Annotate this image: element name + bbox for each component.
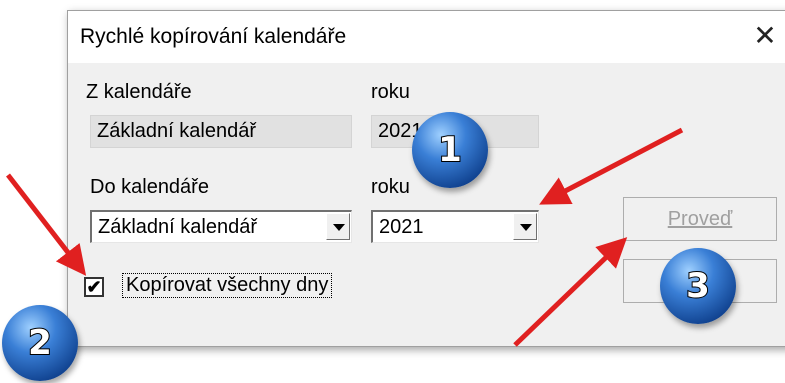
arrow-to-year-dropdown	[539, 127, 684, 205]
step-1-badge: 1	[412, 112, 488, 188]
step-3-badge: 3	[660, 248, 736, 324]
arrow-to-execute-button	[513, 237, 628, 347]
arrow-to-checkbox	[6, 173, 87, 276]
step-2-badge: 2	[2, 305, 78, 381]
annotation-arrows	[6, 127, 684, 347]
